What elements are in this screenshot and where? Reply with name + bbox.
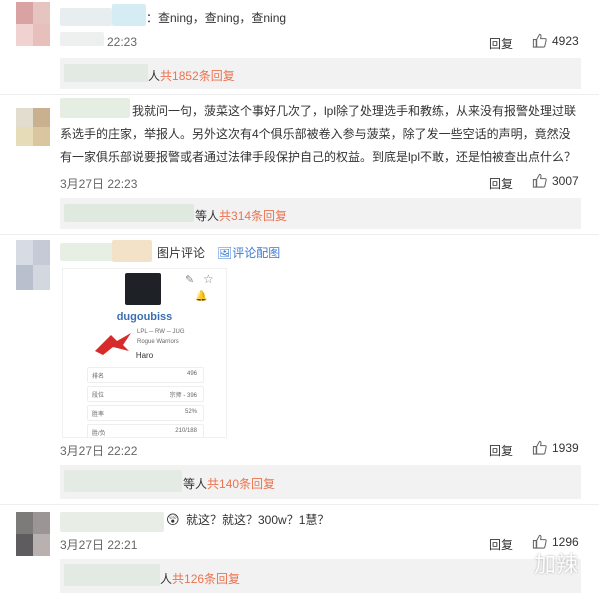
- like-button[interactable]: 3007: [532, 173, 579, 188]
- divider: [0, 504, 599, 505]
- reply-button[interactable]: 回复: [489, 536, 513, 553]
- comment-time: 3月27日 22:23: [60, 177, 138, 191]
- like-count: 4923: [552, 33, 579, 48]
- avatar[interactable]: [16, 240, 50, 290]
- reply-button[interactable]: 回复: [489, 175, 513, 192]
- card-meta: LPL ─ RW ─ JUG: [137, 329, 185, 335]
- username-blurred[interactable]: [60, 243, 120, 261]
- username-blurred[interactable]: [60, 8, 112, 26]
- sub-reply-summary[interactable]: 人共1852条回复: [148, 67, 235, 84]
- profile-avatar: [125, 273, 161, 305]
- username-blurred[interactable]: [60, 98, 130, 118]
- reply-button[interactable]: 回复: [489, 442, 513, 459]
- comment-time: 22:23: [107, 35, 138, 49]
- pencil-icon: ✎: [185, 274, 195, 286]
- stat-row: 段位 宗师 - 396: [87, 386, 204, 402]
- thumbs-up-icon: [532, 33, 547, 48]
- bell-icon: 🔔: [195, 291, 208, 302]
- comment-image[interactable]: ✎ ☆ 🔔 dugoubiss LPL ─ RW ─ JUG Rogue War…: [62, 268, 227, 438]
- sub-avatars-blurred: [64, 470, 182, 492]
- comment-time: 3月27日 22:22: [60, 444, 138, 458]
- sub-reply-summary[interactable]: 人共126条回复: [160, 570, 240, 587]
- comment-text: 就这？就这？300w？1慧？: [186, 513, 330, 527]
- stat-row: 胜/负 210/188: [87, 424, 204, 437]
- comment-text-line-2: 系选手的庄家，举报人。另外这次有4个俱乐部被卷入参与菠菜，除了发一些空话的声明，…: [60, 127, 571, 141]
- comment-time: 3月27日 22:21: [60, 538, 138, 552]
- divider: [0, 234, 599, 235]
- card-username: dugoubiss: [116, 311, 173, 323]
- sub-reply-summary[interactable]: 等人共140条回复: [183, 475, 275, 492]
- comment-text: ：查ning，查ning，查ning: [146, 11, 287, 25]
- sub-avatars-blurred: [64, 64, 148, 82]
- sub-reply-count-link[interactable]: 共314条回复: [219, 209, 287, 223]
- image-icon: 🖼: [217, 246, 233, 260]
- comment-text-line-1: 我就问一句，菠菜这个事好几次了，lpl除了处理选手和教练，从来没有报警处理过联: [132, 104, 577, 118]
- username-blurred[interactable]: [60, 512, 164, 532]
- reply-button[interactable]: 回复: [489, 35, 513, 52]
- meta-blurred: [60, 32, 104, 46]
- like-count: 3007: [552, 173, 579, 188]
- sub-reply-summary[interactable]: 等人共314条回复: [195, 207, 287, 224]
- comment-text-line-3: 有一家俱乐部说要报警或者通过法律手段保护自己的权益。到底是lpl不敢，还是怕被查…: [60, 150, 577, 164]
- sub-reply-count-link[interactable]: 共1852条回复: [160, 69, 235, 83]
- stat-row: 胜率 52%: [87, 405, 204, 421]
- like-button[interactable]: 1939: [532, 440, 579, 455]
- like-button[interactable]: 4923: [532, 33, 579, 48]
- username-blurred[interactable]: [112, 240, 152, 262]
- avatar[interactable]: [16, 512, 50, 556]
- pic-comment-link[interactable]: 🖼评论配图: [217, 242, 280, 265]
- thumbs-up-icon: [532, 173, 547, 188]
- avatar[interactable]: [16, 2, 50, 46]
- card-name: Haro: [135, 351, 154, 360]
- star-icon: ☆: [203, 272, 214, 286]
- sub-reply-count-link[interactable]: 共126条回复: [172, 572, 240, 586]
- avatar[interactable]: [16, 108, 50, 146]
- divider: [0, 94, 599, 95]
- emoji-icon: 😲: [166, 512, 180, 527]
- username-blurred[interactable]: [112, 4, 146, 26]
- sub-reply-count-link[interactable]: 共140条回复: [207, 477, 275, 491]
- thumbs-up-icon: [532, 440, 547, 455]
- like-count: 1939: [552, 440, 579, 455]
- card-team: Rogue Warriors: [137, 339, 179, 345]
- stat-row: 排名 496: [87, 367, 204, 383]
- sub-avatars-blurred: [64, 204, 194, 222]
- pic-comment-label: 图片评论: [157, 246, 206, 260]
- sub-avatars-blurred: [64, 564, 160, 586]
- watermark: 加辣: [534, 552, 579, 577]
